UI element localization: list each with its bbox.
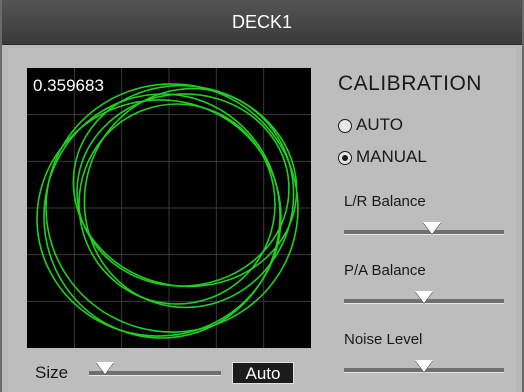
radio-manual[interactable]: MANUAL [338, 147, 427, 171]
auto-button[interactable]: Auto [232, 362, 294, 384]
scope-trace [36, 99, 282, 337]
size-slider-thumb[interactable] [95, 362, 114, 374]
radio-manual-circle[interactable] [338, 150, 352, 165]
noise-level-thumb[interactable] [415, 360, 433, 372]
calibration-title: CALIBRATION [338, 72, 482, 95]
vector-scope-display: 0.359683 [27, 68, 311, 348]
pa-balance-thumb[interactable] [415, 291, 433, 303]
scope-trace [43, 93, 281, 339]
lr-balance-thumb[interactable] [423, 222, 441, 234]
window-title: DECK1 [2, 0, 522, 45]
scope-trace [83, 87, 295, 309]
radio-manual-label: MANUAL [356, 147, 427, 166]
radio-auto[interactable]: AUTO [338, 115, 403, 139]
size-label: Size [35, 363, 69, 382]
size-control: Size Auto [27, 356, 317, 386]
radio-auto-circle[interactable] [338, 118, 352, 133]
radio-manual-dot [342, 154, 348, 161]
noise-level-label: Noise Level [344, 331, 423, 348]
pa-balance-label: P/A Balance [344, 262, 426, 279]
lr-balance-label: L/R Balance [344, 193, 426, 210]
radio-auto-label: AUTO [356, 115, 403, 134]
scope-graph [27, 68, 311, 348]
deck-window: DECK1 0.359683 Size Auto CALIBRATION AUT… [0, 0, 524, 392]
scope-value-readout: 0.359683 [33, 76, 104, 95]
